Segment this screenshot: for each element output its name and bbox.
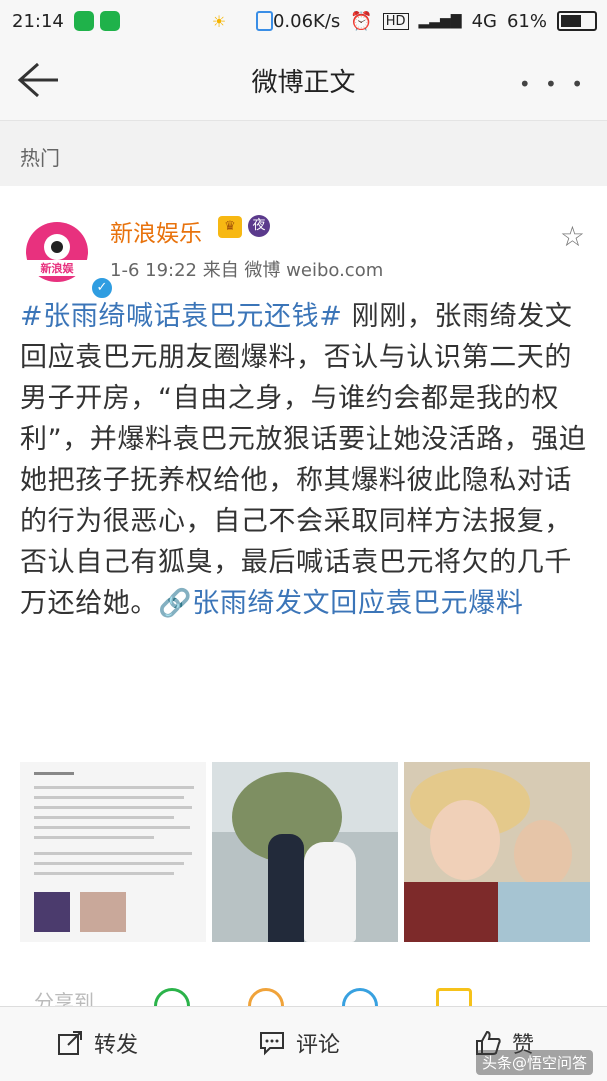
favorite-star-icon[interactable]: ☆	[560, 220, 585, 253]
article-link-text: 张雨绮发文回应袁巴元爆料	[192, 588, 524, 619]
avatar[interactable]: 新浪娱 ✓	[20, 212, 114, 300]
status-right: 0.06K/s ⏰ HD ▂▃▅▇ 4G 61%	[273, 11, 597, 32]
wechat-icon	[73, 11, 94, 31]
forward-button[interactable]: 转发	[56, 1027, 138, 1059]
alarm-icon: ⏰	[350, 10, 373, 32]
post-text: #张雨绮喊话袁巴元还钱# 刚刚，张雨绮发文回应袁巴元朋友圈爆料，否认与认识第二天…	[20, 296, 590, 624]
vip-crown-icon: ♛	[218, 216, 242, 238]
article-link[interactable]: 🔗张雨绮发文回应袁巴元爆料	[158, 588, 523, 619]
link-icon: 🔗	[158, 588, 193, 619]
hashtag-link[interactable]: #张雨绮喊话袁巴元还钱#	[20, 301, 342, 332]
section-header: 热门	[0, 124, 607, 184]
night-badge: 夜	[248, 215, 270, 237]
post-meta: 1-6 19:22 来自 微博 weibo.com	[110, 260, 384, 281]
app-icon	[99, 11, 120, 31]
status-bar: 21:14 ☀ 0.06K/s ⏰ HD ▂▃▅▇ 4G 61%	[0, 0, 607, 42]
battery-icon	[557, 11, 597, 31]
network-type: 4G	[471, 10, 497, 32]
clock: 21:14	[12, 10, 64, 32]
username[interactable]: 新浪娱乐	[110, 214, 202, 248]
signal-icon: ▂▃▅▇	[418, 13, 462, 29]
comment-button[interactable]: 评论	[258, 1027, 340, 1059]
page-title: 微博正文	[251, 68, 356, 98]
forward-icon	[58, 1031, 82, 1055]
comment-icon	[260, 1032, 284, 1056]
more-options-icon[interactable]: • • •	[519, 72, 587, 96]
avatar-image: 新浪娱	[22, 222, 92, 282]
navigation-bar: 微博正文 • • •	[0, 42, 607, 121]
post-card: 新浪娱 ✓ 新浪娱乐 ♛ 夜 1-6 19:22 来自 微博 weibo.com…	[0, 186, 607, 1016]
message-icon	[256, 11, 273, 31]
photo-thumbnail[interactable]	[404, 762, 590, 942]
hd-icon: HD	[382, 12, 409, 30]
network-speed: 0.06K/s	[272, 10, 341, 32]
comment-label: 评论	[296, 1033, 341, 1058]
forward-label: 转发	[94, 1033, 139, 1058]
avatar-caption: 新浪娱	[40, 262, 74, 275]
section-label: 热门	[20, 146, 60, 170]
weather-icon: ☀	[211, 11, 227, 31]
watermark: 头条@悟空问答	[475, 1050, 593, 1075]
post-body: 刚刚，张雨绮发文回应袁巴元朋友圈爆料，否认与认识第二天的男子开房，“自由之身，与…	[20, 301, 587, 619]
battery-percent: 61%	[506, 10, 547, 32]
photo-thumbnail[interactable]	[212, 762, 398, 942]
photo-thumbnail[interactable]	[20, 762, 206, 942]
photo-grid	[20, 762, 592, 942]
notification-icons	[73, 11, 120, 31]
